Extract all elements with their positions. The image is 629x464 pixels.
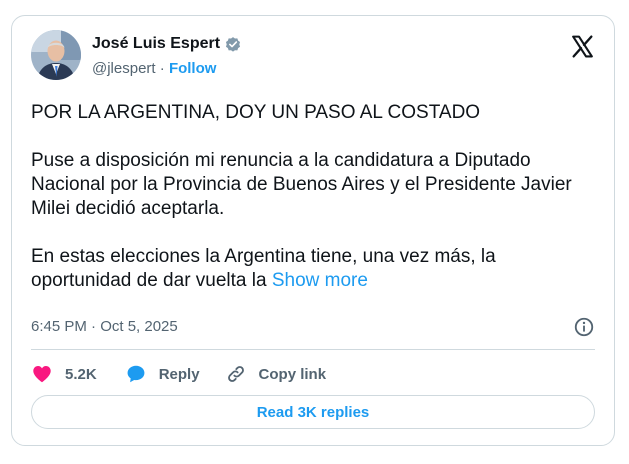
tweet-text: POR LA ARGENTINA, DOY UN PASO AL COSTADO… [31, 101, 601, 293]
author-display-name[interactable]: José Luis Espert [92, 35, 220, 53]
tweet-paragraph-truncated: En estas elecciones la Argentina tiene, … [31, 245, 601, 293]
tweet-headline: POR LA ARGENTINA, DOY UN PASO AL COSTADO [31, 102, 481, 123]
avatar-image [31, 30, 81, 80]
divider [31, 349, 595, 350]
handle-separator: · [155, 60, 169, 77]
copy-link-button[interactable]: Copy link [225, 363, 327, 385]
author-handle[interactable]: @jlespert [92, 60, 156, 77]
reply-label: Reply [158, 365, 200, 383]
like-count: 5.2K [65, 365, 97, 383]
author-handle-row: @jlespert · Follow [92, 60, 216, 77]
tweet-paragraph-text: En estas elecciones la Argentina tiene, … [31, 246, 496, 291]
avatar[interactable] [31, 30, 81, 80]
reply-button[interactable]: Reply [125, 363, 200, 385]
read-replies-button[interactable]: Read 3K replies [31, 395, 595, 429]
copy-link-label: Copy link [258, 365, 327, 383]
tweet-card: José Luis Espert @jlespert · Follow POR … [11, 15, 615, 446]
read-replies-label: Read 3K replies [256, 403, 370, 421]
show-more-link[interactable]: Show more [272, 270, 368, 291]
speech-bubble-icon [127, 365, 145, 383]
x-logo-icon[interactable] [570, 34, 595, 59]
info-icon[interactable] [573, 316, 595, 338]
link-icon [227, 366, 244, 382]
heart-icon [33, 366, 51, 383]
verified-badge-icon [225, 37, 241, 52]
tweet-paragraph: Puse a disposición mi renuncia a la cand… [31, 150, 572, 219]
author-name-row: José Luis Espert [92, 33, 242, 55]
action-bar: 5.2K Reply Copy link [31, 361, 326, 387]
like-button[interactable]: 5.2K [31, 363, 97, 385]
tweet-timestamp[interactable]: 6:45 PM · Oct 5, 2025 [31, 318, 178, 335]
follow-button[interactable]: Follow [169, 60, 217, 77]
